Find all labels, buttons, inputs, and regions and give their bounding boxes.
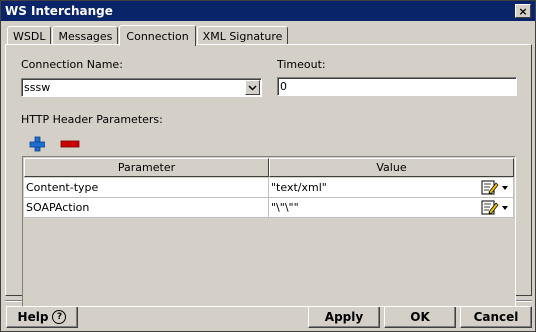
value-cell[interactable]: "text/xml": [269, 178, 514, 198]
tab-strip: WSDL Messages Connection XML Signature: [7, 24, 289, 46]
column-header-parameter[interactable]: Parameter: [24, 158, 269, 177]
chevron-down-icon: [248, 84, 257, 91]
window-title: WS Interchange: [5, 4, 113, 18]
apply-button[interactable]: Apply: [308, 306, 380, 328]
tab-connection[interactable]: Connection: [119, 25, 196, 46]
timeout-value: 0: [280, 80, 287, 93]
small-down-arrow-icon: [502, 185, 508, 190]
close-button[interactable]: ×: [515, 4, 531, 18]
help-icon: ?: [52, 310, 67, 324]
tab-xml-signature[interactable]: XML Signature: [196, 26, 289, 45]
table-row[interactable]: SOAPAction "\"\"": [24, 198, 514, 218]
table-row[interactable]: Content-type "text/xml": [24, 178, 514, 198]
close-icon: ×: [518, 4, 528, 18]
edit-value-button[interactable]: [481, 180, 511, 195]
tab-wsdl[interactable]: WSDL: [7, 26, 52, 45]
timeout-label: Timeout:: [277, 58, 326, 71]
add-parameter-button[interactable]: [28, 136, 46, 152]
timeout-input[interactable]: 0: [277, 77, 517, 96]
connection-name-label: Connection Name:: [21, 58, 123, 71]
edit-pencil-icon: [481, 180, 499, 195]
http-header-parameters-label: HTTP Header Parameters:: [21, 113, 163, 126]
value-text: "\"\"": [271, 201, 299, 214]
cancel-button[interactable]: Cancel: [460, 306, 532, 328]
plus-icon: [29, 136, 45, 152]
parameter-cell[interactable]: Content-type: [24, 178, 269, 198]
header-parameters-table: Parameter Value Content-type "text/xml": [22, 156, 516, 307]
value-text: "text/xml": [271, 181, 327, 194]
connection-name-combo[interactable]: sssw: [21, 78, 262, 97]
ws-interchange-dialog: WS Interchange × WSDL Messages Connectio…: [0, 0, 536, 332]
tab-messages[interactable]: Messages: [52, 26, 119, 45]
combo-dropdown-button[interactable]: [245, 80, 260, 95]
table-header: Parameter Value: [24, 158, 514, 177]
title-bar: WS Interchange ×: [1, 1, 535, 21]
edit-pencil-icon: [481, 200, 499, 215]
parameter-cell[interactable]: SOAPAction: [24, 198, 269, 218]
help-button[interactable]: Help ?: [6, 306, 78, 328]
connection-panel: Connection Name: sssw Timeout: 0 HTTP He…: [5, 44, 532, 307]
minus-icon: [60, 140, 80, 148]
column-header-value[interactable]: Value: [269, 158, 514, 177]
ok-button[interactable]: OK: [384, 306, 456, 328]
connection-name-value: sssw: [24, 81, 51, 94]
edit-value-button[interactable]: [481, 200, 511, 215]
small-down-arrow-icon: [502, 205, 508, 210]
remove-parameter-button[interactable]: [60, 136, 80, 152]
value-cell[interactable]: "\"\"": [269, 198, 514, 218]
help-button-label: Help: [17, 310, 49, 324]
